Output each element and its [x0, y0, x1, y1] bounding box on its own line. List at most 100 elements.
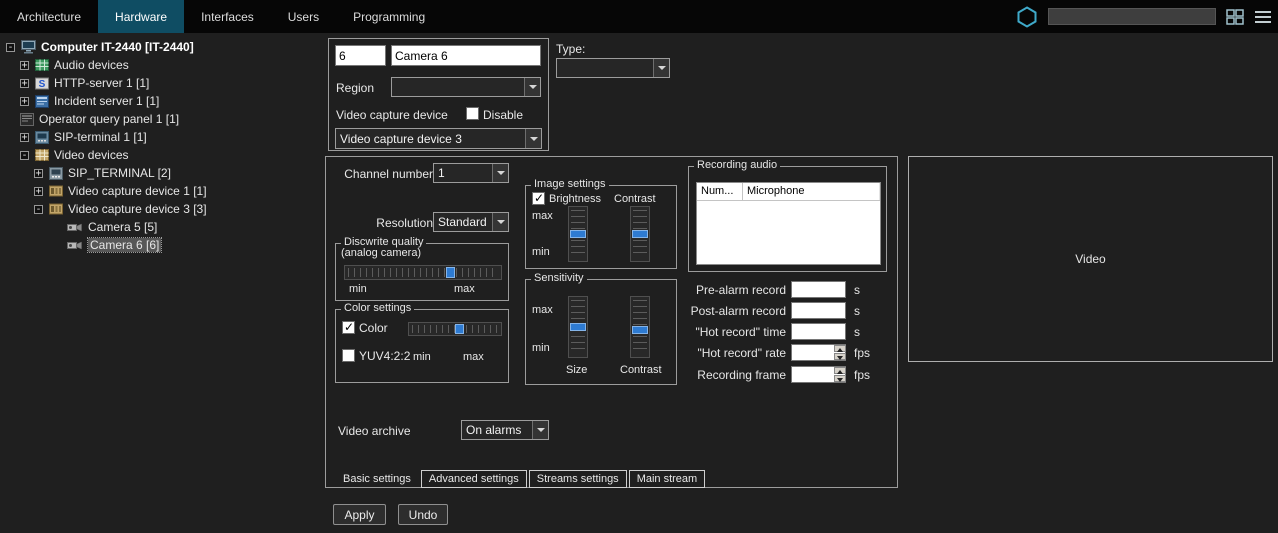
disable-checkbox[interactable]: [466, 107, 479, 120]
menu-architecture[interactable]: Architecture: [0, 0, 98, 33]
tree-item-camera-6[interactable]: Camera 6 [6]: [0, 236, 322, 254]
dropdown-button[interactable]: [524, 78, 540, 96]
dropdown-button[interactable]: [525, 129, 541, 148]
sensitivity-group: Sensitivity max min Size Contrast: [525, 279, 677, 385]
spin-up-button[interactable]: [834, 367, 846, 374]
object-id-input[interactable]: [335, 45, 386, 66]
contrast-slider[interactable]: [630, 206, 650, 262]
resolution-label: Resolution: [336, 216, 433, 230]
post-alarm-record-input[interactable]: [791, 302, 846, 319]
slider-handle[interactable]: [632, 326, 648, 334]
column-header-num[interactable]: Num...: [697, 183, 743, 200]
dropdown-button[interactable]: [653, 59, 669, 77]
tree-item-video-capture-device-1[interactable]: + Video capture device 1 [1]: [0, 182, 322, 200]
dropdown-button[interactable]: [532, 421, 548, 439]
spin-down-button[interactable]: [834, 353, 846, 360]
minus-expander-icon[interactable]: -: [34, 205, 43, 214]
column-header-microphone[interactable]: Microphone: [743, 183, 880, 200]
minus-expander-icon[interactable]: -: [20, 151, 29, 160]
slider-handle[interactable]: [570, 230, 586, 238]
tree-item-video-devices[interactable]: - Video devices: [0, 146, 322, 164]
plus-expander-icon[interactable]: +: [34, 187, 43, 196]
search-input[interactable]: [1048, 8, 1216, 25]
dropdown-button[interactable]: [492, 213, 508, 231]
menu-interfaces[interactable]: Interfaces: [184, 0, 271, 33]
brightness-label: Brightness: [549, 193, 601, 205]
tree-item-sip-terminal[interactable]: + SIP-terminal 1 [1]: [0, 128, 322, 146]
dropdown-button[interactable]: [492, 164, 508, 182]
recording-frame-spinner: [834, 367, 846, 382]
resolution-dropdown[interactable]: Standard: [433, 212, 509, 232]
brightness-checkbox[interactable]: [532, 192, 545, 205]
menu-users[interactable]: Users: [271, 0, 336, 33]
slider-handle[interactable]: [570, 323, 586, 331]
table-body: [697, 201, 880, 265]
slider-handle[interactable]: [446, 267, 455, 278]
sensitivity-size-slider[interactable]: [568, 296, 588, 358]
pre-alarm-record-input[interactable]: [791, 281, 846, 298]
discwrite-quality-slider[interactable]: [344, 265, 502, 280]
plus-expander-icon[interactable]: +: [20, 79, 29, 88]
unit-label: s: [854, 304, 860, 318]
yuv422-checkbox[interactable]: [342, 349, 355, 362]
tree-item-computer[interactable]: - Computer IT-2440 [IT-2440]: [0, 38, 322, 56]
color-slider[interactable]: [408, 322, 502, 336]
parent-device-dropdown[interactable]: Video capture device 3: [335, 128, 542, 149]
slider-ticks: [348, 268, 498, 277]
channel-number-dropdown[interactable]: 1: [433, 163, 509, 183]
color-checkbox[interactable]: [342, 321, 355, 334]
type-label: Type:: [556, 42, 585, 56]
plus-expander-icon[interactable]: +: [20, 97, 29, 106]
hot-record-time-input[interactable]: [791, 323, 846, 340]
svg-text:S: S: [39, 79, 46, 90]
camera-settings-panel: Channel number 1 Resolution Standard Dis…: [325, 156, 898, 488]
color-settings-title: Color settings: [341, 302, 414, 314]
undo-button[interactable]: Undo: [398, 504, 448, 525]
region-label: Region: [336, 81, 374, 95]
tree-item-sip-terminal-2[interactable]: + SIP_TERMINAL [2]: [0, 164, 322, 182]
type-dropdown[interactable]: [556, 58, 670, 78]
unit-label: s: [854, 325, 860, 339]
spin-down-button[interactable]: [834, 375, 846, 382]
brightness-slider[interactable]: [568, 206, 588, 262]
spin-up-button[interactable]: [834, 345, 846, 352]
video-archive-dropdown[interactable]: On alarms: [461, 420, 549, 440]
hot-record-time-label: "Hot record" time: [656, 325, 786, 339]
http-server-icon: S: [35, 77, 49, 90]
tree-item-label: HTTP-server 1 [1]: [54, 76, 149, 90]
tab-advanced-settings[interactable]: Advanced settings: [421, 470, 527, 488]
object-name-input[interactable]: [391, 45, 541, 66]
tree-item-operator-query-panel[interactable]: Operator query panel 1 [1]: [0, 110, 322, 128]
tree-item-label: Incident server 1 [1]: [54, 94, 159, 108]
tab-main-stream[interactable]: Main stream: [629, 470, 706, 488]
plus-expander-icon[interactable]: +: [20, 133, 29, 142]
slider-handle[interactable]: [455, 324, 464, 334]
tab-basic-settings[interactable]: Basic settings: [335, 470, 419, 488]
sensitivity-contrast-slider[interactable]: [630, 296, 650, 358]
tree-item-audio-devices[interactable]: + Audio devices: [0, 56, 322, 74]
tree-item-label: Audio devices: [54, 58, 129, 72]
slider-handle[interactable]: [632, 230, 648, 238]
region-dropdown[interactable]: [391, 77, 541, 97]
minus-expander-icon[interactable]: -: [6, 43, 15, 52]
sensitivity-title: Sensitivity: [531, 272, 587, 284]
post-alarm-record-row: Post-alarm record s: [656, 302, 896, 320]
layout-grid-icon[interactable]: [1226, 9, 1244, 25]
menu-programming[interactable]: Programming: [336, 0, 442, 33]
plus-expander-icon[interactable]: +: [34, 169, 43, 178]
min-label: min: [532, 342, 550, 354]
tree-item-incident-server[interactable]: + Incident server 1 [1]: [0, 92, 322, 110]
tree-item-video-capture-device-3[interactable]: - Video capture device 3 [3]: [0, 200, 322, 218]
recording-audio-table[interactable]: Num... Microphone: [696, 182, 881, 265]
tree-item-camera-5[interactable]: Camera 5 [5]: [0, 218, 322, 236]
tree-item-http-server[interactable]: + S HTTP-server 1 [1]: [0, 74, 322, 92]
hamburger-menu-icon[interactable]: [1254, 10, 1272, 24]
hot-record-rate-label: "Hot record" rate: [656, 346, 786, 360]
plus-expander-icon[interactable]: +: [20, 61, 29, 70]
device-tree: - Computer IT-2440 [IT-2440] + Audio dev…: [0, 33, 322, 533]
apply-button[interactable]: Apply: [333, 504, 386, 525]
tab-streams-settings[interactable]: Streams settings: [529, 470, 627, 488]
menu-hardware[interactable]: Hardware: [98, 0, 184, 33]
max-label: max: [463, 351, 484, 363]
settings-tabs: Basic settings Advanced settings Streams…: [335, 470, 707, 488]
